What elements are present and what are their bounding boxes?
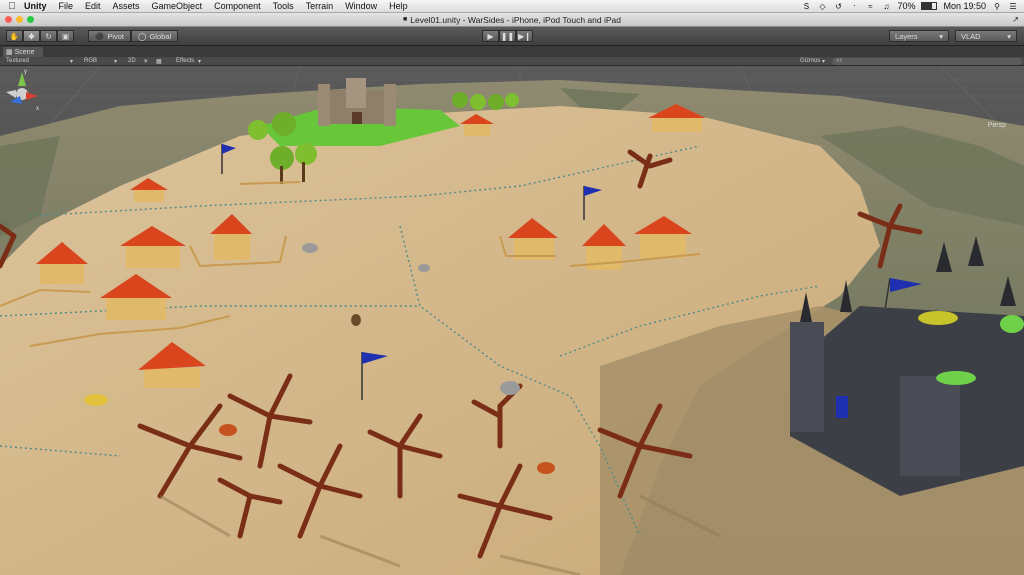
audio-toggle-icon[interactable]: ▦ <box>156 58 162 65</box>
chevron-down-icon: ▾ <box>70 58 74 65</box>
orientation-gizmo-icon[interactable]: y x <box>0 66 44 122</box>
layers-dropdown[interactable]: Layers ▾ <box>889 30 949 42</box>
spotlight-icon[interactable]: ⚲ <box>992 2 1002 11</box>
chevron-down-icon: ▾ <box>1007 31 1011 41</box>
layout-label: VLAD <box>961 31 981 41</box>
menu-help[interactable]: Help <box>383 1 414 11</box>
color-mode-dropdown[interactable]: RGB <box>84 58 97 64</box>
rotate-tool-icon[interactable]: ↻ <box>40 30 57 42</box>
globe-icon: ◯ <box>138 31 147 41</box>
chevron-down-icon: ▾ <box>198 58 202 65</box>
minimize-window-button[interactable] <box>16 16 23 23</box>
menu-file[interactable]: File <box>53 1 80 11</box>
window-title-bar: ■ Level01.unity - WarSides - iPhone, iPo… <box>0 13 1024 27</box>
chevron-down-icon: ▾ <box>114 58 118 65</box>
global-toggle-button[interactable]: ◯ Global <box>131 30 179 42</box>
bluetooth-icon[interactable]: ᛫ <box>849 2 859 11</box>
zoom-window-button[interactable] <box>27 16 34 23</box>
menu-assets[interactable]: Assets <box>107 1 146 11</box>
playback-controls: ▶ ❚❚ ▶❙ <box>482 30 533 42</box>
status-area: S ◇ ↺ ᛫ ≈ ♫ 70% Mon 19:50 ⚲ ☰ <box>801 1 1024 11</box>
menu-window[interactable]: Window <box>339 1 383 11</box>
pivot-icon: ⚫ <box>95 31 105 41</box>
time-machine-icon[interactable]: ↺ <box>833 2 843 11</box>
notifications-icon[interactable]: ☰ <box>1008 2 1018 11</box>
pivot-toggle-button[interactable]: ⚫ Pivot <box>88 30 132 42</box>
menu-clock[interactable]: Mon 19:50 <box>943 1 986 11</box>
svg-text:x: x <box>36 106 39 112</box>
menu-component[interactable]: Component <box>208 1 267 11</box>
menu-terrain[interactable]: Terrain <box>300 1 340 11</box>
apple-menu-icon[interactable]:  <box>6 1 18 12</box>
scene-tab-strip: ▦ Scene <box>0 46 1024 57</box>
pivot-label: Pivot <box>107 31 125 41</box>
scene-control-bar: Textured ▾ RGB ▾ 2D ☀ ▦ Effects ▾ Gizmos… <box>0 57 1024 66</box>
pivot-group: ⚫ Pivot ◯ Global <box>88 30 179 42</box>
svg-text:y: y <box>24 69 27 75</box>
light-castle[interactable] <box>318 78 396 126</box>
window-controls <box>5 16 34 23</box>
scene-grid-icon: ▦ <box>6 49 13 56</box>
effects-dropdown[interactable]: Effects <box>176 58 194 64</box>
scene-render <box>0 66 1024 575</box>
window-title: Level01.unity - WarSides - iPhone, iPod … <box>410 14 621 25</box>
tab-scene-label: Scene <box>14 48 35 56</box>
scale-tool-icon[interactable]: ▣ <box>57 30 74 42</box>
global-label: Global <box>149 31 172 41</box>
volume-icon[interactable]: ♫ <box>881 2 891 11</box>
battery-icon[interactable] <box>921 2 938 10</box>
menu-tools[interactable]: Tools <box>267 1 300 11</box>
menu-gameobject[interactable]: GameObject <box>146 1 209 11</box>
menu-unity[interactable]: Unity <box>18 1 53 11</box>
gizmos-dropdown[interactable]: Gizmos <box>800 58 820 64</box>
tab-scene[interactable]: ▦ Scene <box>3 47 43 57</box>
move-tool-icon[interactable]: ✥ <box>23 30 40 42</box>
step-button[interactable]: ▶❙ <box>516 30 533 42</box>
unity-toolbar: ✋ ✥ ↻ ▣ ⚫ Pivot ◯ Global ▶ ❚❚ ▶❙ Layers … <box>0 27 1024 46</box>
transform-tools: ✋ ✥ ↻ ▣ <box>6 30 74 42</box>
fullscreen-icon[interactable]: ↗ <box>1012 15 1019 24</box>
dropbox-icon[interactable]: ◇ <box>817 2 827 11</box>
pause-button[interactable]: ❚❚ <box>499 30 516 42</box>
unity-doc-icon: ■ <box>403 16 408 23</box>
chevron-down-icon: ▾ <box>822 58 826 65</box>
scene-viewport[interactable]: y x Persp <box>0 66 1024 575</box>
layout-dropdown[interactable]: VLAD ▾ <box>955 30 1017 42</box>
skype-icon[interactable]: S <box>801 2 811 11</box>
mode-2d-toggle[interactable]: 2D <box>128 58 136 64</box>
projection-label[interactable]: Persp <box>988 122 1006 129</box>
mac-menu-bar:  Unity File Edit Assets GameObject Comp… <box>0 0 1024 13</box>
draw-mode-dropdown[interactable]: Textured <box>6 58 29 64</box>
play-button[interactable]: ▶ <box>482 30 499 42</box>
menu-edit[interactable]: Edit <box>79 1 107 11</box>
hand-tool-icon[interactable]: ✋ <box>6 30 23 42</box>
layers-label: Layers <box>895 31 918 41</box>
wifi-icon[interactable]: ≈ <box>865 2 875 11</box>
hierarchy-search-input[interactable]: All <box>832 58 1022 65</box>
lighting-toggle-icon[interactable]: ☀ <box>143 58 148 65</box>
battery-percent[interactable]: 70% <box>897 1 915 11</box>
close-window-button[interactable] <box>5 16 12 23</box>
chevron-down-icon: ▾ <box>939 31 943 41</box>
